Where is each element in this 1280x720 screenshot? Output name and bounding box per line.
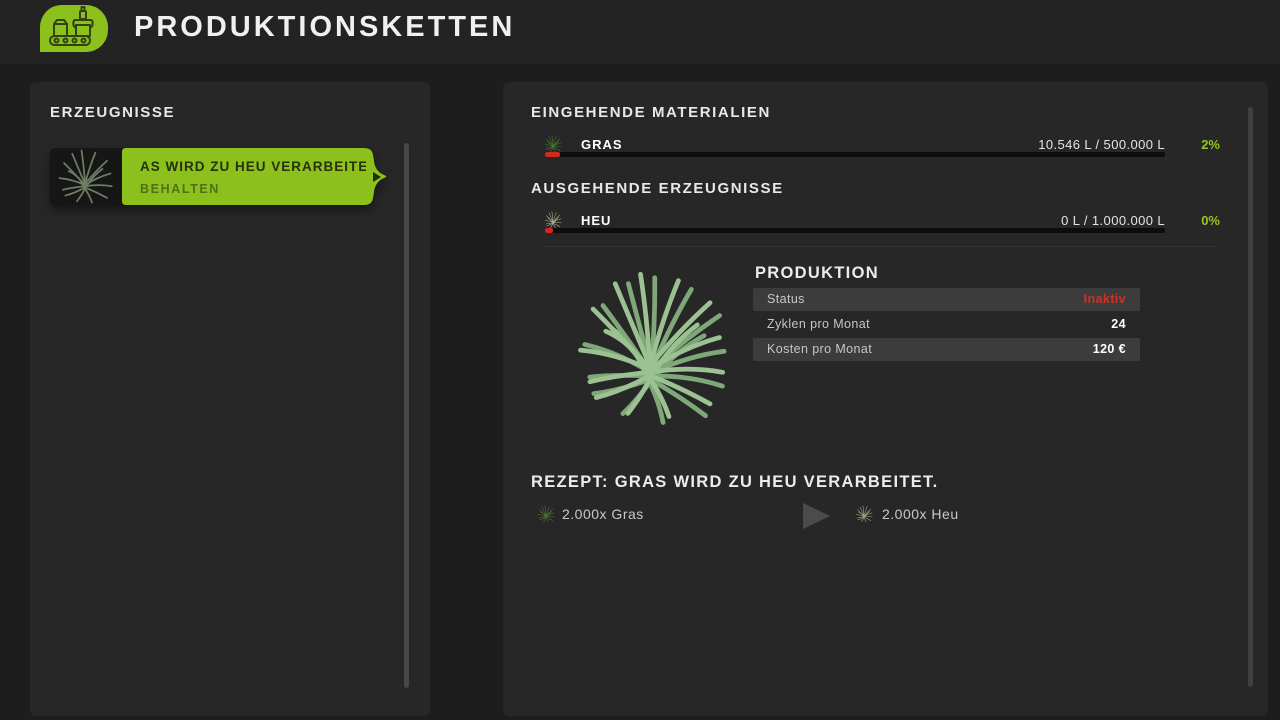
output-material-percent: 0% [1201, 213, 1220, 228]
section-divider [545, 246, 1217, 247]
recipe-output-label: 2.000x Heu [882, 506, 959, 522]
output-material-amount: 0 L / 1.000.000 L [1061, 213, 1165, 228]
output-fill-bar-value [545, 228, 553, 233]
page-title: PRODUKTIONSKETTEN [134, 11, 515, 44]
product-thumbnail [50, 148, 122, 205]
products-panel: ERZEUGNISSE AS WIRD ZU HEU VERARBEITET B… [30, 82, 430, 716]
recipe-heu-icon [855, 505, 873, 523]
outputs-section-title: AUSGEHENDE ERZEUGNISSE [531, 180, 784, 197]
recipe-title: REZEPT: GRAS WIRD ZU HEU VERARBEITET. [531, 473, 938, 492]
production-section-title: PRODUKTION [755, 264, 879, 283]
costs-label: Kosten pro Monat [767, 338, 872, 361]
table-row-costs: Kosten pro Monat 120 € [753, 338, 1140, 361]
products-panel-title: ERZEUGNISSE [50, 104, 175, 121]
product-name-marquee: AS WIRD ZU HEU VERARBEITET [140, 159, 366, 174]
gras-icon [544, 135, 562, 153]
production-table: Status Inaktiv Zyklen pro Monat 24 Koste… [753, 288, 1140, 363]
status-label: Status [767, 288, 805, 311]
output-material-name: HEU [581, 213, 611, 228]
table-row-status: Status Inaktiv [753, 288, 1140, 311]
input-material-name: GRAS [581, 137, 623, 152]
production-chain-icon [40, 5, 108, 52]
input-material-amount: 10.546 L / 500.000 L [1038, 137, 1165, 152]
details-scrollbar[interactable] [1248, 107, 1253, 687]
details-panel: EINGEHENDE MATERIALIEN GRAS 10.546 L / 5… [503, 82, 1268, 716]
status-value: Inaktiv [1084, 288, 1126, 311]
input-material-percent: 2% [1201, 137, 1220, 152]
input-fill-bar [545, 152, 1165, 157]
heu-icon [544, 211, 562, 229]
chevron-right-icon [373, 172, 381, 182]
top-header-bar: PRODUKTIONSKETTEN [0, 0, 1280, 64]
product-item-tab: AS WIRD ZU HEU VERARBEITET BEHALTEN [122, 148, 388, 205]
product-list-item-selected[interactable]: AS WIRD ZU HEU VERARBEITET BEHALTEN [50, 148, 388, 205]
table-row-cycles: Zyklen pro Monat 24 [753, 313, 1140, 336]
products-scrollbar[interactable] [404, 143, 409, 688]
cycles-value: 24 [1111, 313, 1126, 336]
product-image-grass [571, 268, 729, 426]
arrow-right-icon [803, 503, 830, 529]
recipe-gras-icon [537, 505, 555, 523]
recipe-input-label: 2.000x Gras [562, 506, 644, 522]
inputs-section-title: EINGEHENDE MATERIALIEN [531, 104, 771, 121]
costs-value: 120 € [1093, 338, 1126, 361]
input-fill-bar-value [545, 152, 560, 157]
product-mode-label: BEHALTEN [140, 182, 220, 196]
selected-tab-shape [122, 148, 388, 205]
output-fill-bar [545, 228, 1165, 233]
cycles-label: Zyklen pro Monat [767, 313, 870, 336]
